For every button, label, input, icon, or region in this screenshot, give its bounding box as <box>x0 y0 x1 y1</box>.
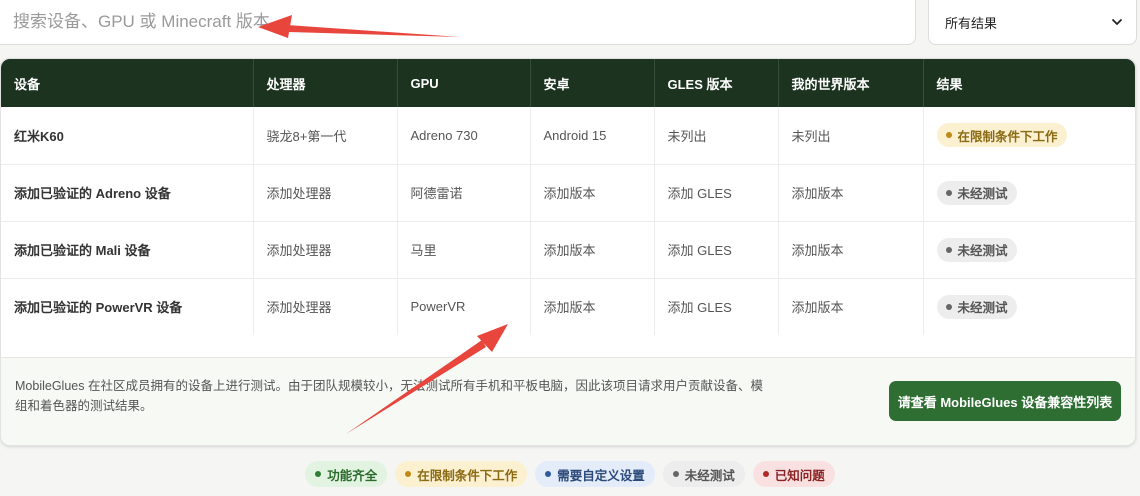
top-bar: 所有结果 <box>0 0 1140 46</box>
cell-android: 添加版本 <box>530 278 655 335</box>
cell-gles: 未列出 <box>654 107 779 164</box>
column-header-cpu: 处理器 <box>253 59 398 107</box>
cell-result: 未经测试 <box>923 164 1135 221</box>
cell-result: 未经测试 <box>923 278 1135 335</box>
table-row: 添加已验证的 Mali 设备 添加处理器 马里 添加版本 添加 GLES 添加版… <box>1 221 1135 278</box>
cell-cpu: 添加处理器 <box>253 278 398 335</box>
search-input[interactable] <box>0 0 915 44</box>
column-header-gles: GLES 版本 <box>654 59 779 107</box>
legend-label: 功能齐全 <box>327 468 378 483</box>
cell-minecraft: 添加版本 <box>778 278 924 335</box>
cell-android: 添加版本 <box>530 164 655 221</box>
cell-device: 添加已验证的 Adreno 设备 <box>1 164 254 221</box>
legend-item-untested: 未经测试 <box>662 461 745 487</box>
column-header-device: 设备 <box>1 59 254 107</box>
cell-gpu: 马里 <box>397 221 531 278</box>
status-dot-icon <box>405 471 412 477</box>
cell-minecraft: 添加版本 <box>778 221 924 278</box>
cell-device: 红米K60 <box>1 107 254 164</box>
column-header-android: 安卓 <box>530 59 655 107</box>
column-header-gpu: GPU <box>397 59 531 107</box>
cell-minecraft: 添加版本 <box>778 164 924 221</box>
column-header-result: 结果 <box>936 76 963 92</box>
result-filter-select[interactable]: 所有结果 <box>928 0 1137 45</box>
testing-note: MobileGlues 在社区成员拥有的设备上进行测试。由于团队规模较小，无法测… <box>15 379 763 413</box>
table-row: 添加已验证的 Adreno 设备 添加处理器 阿德雷诺 添加版本 添加 GLES… <box>1 164 1135 221</box>
status-badge: 未经测试 <box>936 294 1017 319</box>
status-dot-icon <box>315 471 322 477</box>
status-badge: 未经测试 <box>936 180 1017 205</box>
cell-android: Android 15 <box>530 107 655 164</box>
cell-gpu: Adreno 730 <box>397 107 531 164</box>
status-badge: 在限制条件下工作 <box>936 123 1067 148</box>
status-dot-icon <box>762 471 769 477</box>
cell-gpu: 阿德雷诺 <box>397 164 531 221</box>
cell-gles: 添加 GLES <box>654 278 779 335</box>
status-badge: 未经测试 <box>936 237 1017 262</box>
legend-label: 在限制条件下工作 <box>417 468 518 483</box>
cell-gles: 添加 GLES <box>654 221 779 278</box>
legend-label: 已知问题 <box>774 468 825 483</box>
status-dot-icon <box>945 132 952 139</box>
status-legend: 功能齐全 在限制条件下工作 需要自定义设置 未经测试 已知问题 <box>0 461 1140 487</box>
search-box <box>0 0 916 45</box>
legend-item-limited: 在限制条件下工作 <box>395 461 528 487</box>
cell-minecraft: 未列出 <box>778 107 924 164</box>
status-dot-icon <box>945 189 952 196</box>
legend-item-custom: 需要自定义设置 <box>535 461 655 487</box>
table-row: 添加已验证的 PowerVR 设备 添加处理器 PowerVR 添加版本 添加 … <box>1 278 1135 335</box>
status-dot-icon <box>945 303 952 310</box>
device-table: 设备 处理器 GPU 安卓 GLES 版本 我的世界版本 结果 红米K60 骁龙… <box>1 59 1135 335</box>
cell-gpu: PowerVR <box>397 278 531 335</box>
table-row: 红米K60 骁龙8+第一代 Adreno 730 Android 15 未列出 … <box>1 107 1135 164</box>
legend-label: 未经测试 <box>684 468 735 483</box>
table-header-row: 设备 处理器 GPU 安卓 GLES 版本 我的世界版本 结果 <box>1 59 1135 107</box>
cell-result: 未经测试 <box>923 221 1135 278</box>
status-badge-label: 未经测试 <box>957 244 1008 258</box>
legend-item-full: 功能齐全 <box>305 461 388 487</box>
result-filter-value: 所有结果 <box>945 15 998 31</box>
legend-item-issue: 已知问题 <box>752 461 835 487</box>
status-badge-label: 未经测试 <box>957 301 1008 316</box>
column-header-minecraft: 我的世界版本 <box>778 59 924 107</box>
legend-label: 需要自定义设置 <box>557 468 645 483</box>
status-badge-label: 在限制条件下工作 <box>957 129 1058 144</box>
cell-device: 添加已验证的 PowerVR 设备 <box>1 278 254 335</box>
status-dot-icon <box>945 246 952 253</box>
cell-cpu: 骁龙8+第一代 <box>253 107 398 164</box>
status-badge-label: 未经测试 <box>957 187 1008 201</box>
cell-cpu: 添加处理器 <box>253 164 398 221</box>
cell-cpu: 添加处理器 <box>253 221 398 278</box>
compat-list-button[interactable]: 请查看 MobileGlues 设备兼容性列表 <box>889 381 1121 421</box>
card-footer: MobileGlues 在社区成员拥有的设备上进行测试。由于团队规模较小，无法测… <box>1 357 1135 445</box>
status-dot-icon <box>545 471 552 477</box>
cell-android: 添加版本 <box>530 221 655 278</box>
cell-result: 在限制条件下工作 <box>923 107 1135 164</box>
cell-device: 添加已验证的 Mali 设备 <box>1 221 254 278</box>
chevron-down-icon <box>1112 19 1122 25</box>
cell-gles: 添加 GLES <box>654 164 779 221</box>
device-compat-card: 设备 处理器 GPU 安卓 GLES 版本 我的世界版本 结果 红米K60 骁龙… <box>0 58 1136 446</box>
status-dot-icon <box>672 471 679 477</box>
